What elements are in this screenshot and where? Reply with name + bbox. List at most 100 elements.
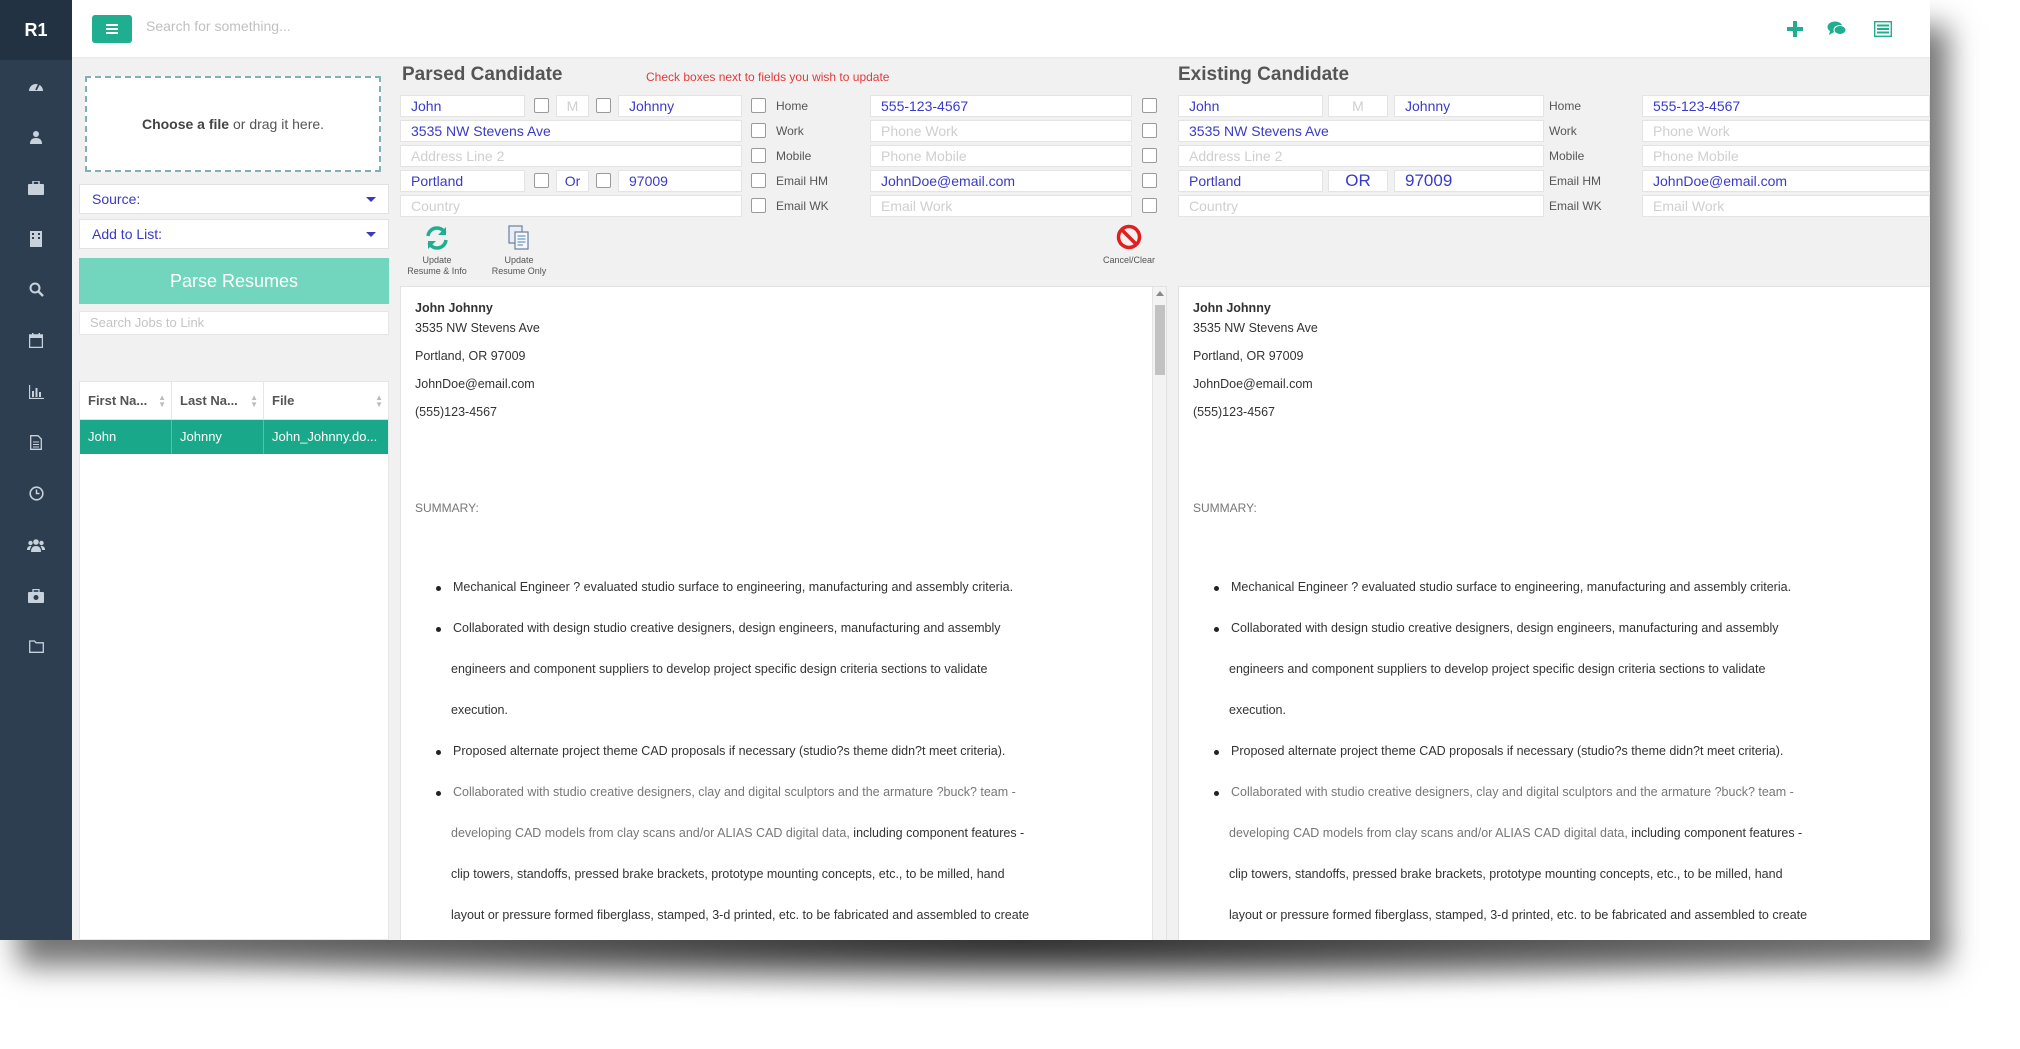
parsed-email-wk-field[interactable]: Email Work <box>870 195 1132 217</box>
parsed-address2-field[interactable]: Address Line 2 <box>400 145 742 167</box>
existing-work-phone-field[interactable]: Phone Work <box>1642 120 1930 142</box>
parsed-city-field[interactable]: Portland <box>400 170 525 192</box>
clock-icon[interactable] <box>0 468 72 519</box>
bar-chart-icon[interactable] <box>0 366 72 417</box>
existing-label-home: Home <box>1549 99 1582 113</box>
parsed-home-checkbox[interactable] <box>751 98 766 113</box>
search-icon[interactable] <box>0 264 72 315</box>
parsed-middle-checkbox[interactable] <box>596 98 611 113</box>
source-select[interactable]: Source: <box>79 184 389 214</box>
global-search-input[interactable] <box>146 18 646 34</box>
group-icon[interactable] <box>0 519 72 570</box>
dropzone-strong-text: Choose a file <box>141 116 230 132</box>
resume-bullet: Collaborated with studio creative design… <box>1214 785 1794 799</box>
document-icon[interactable] <box>0 417 72 468</box>
existing-resume-viewer[interactable]: John Johnny 3535 NW Stevens Ave Portland… <box>1178 286 1930 940</box>
resume-bullet-cont: developing CAD models from clay scans an… <box>1229 826 1803 840</box>
resume-bullet: Collaborated with design studio creative… <box>436 621 1001 635</box>
existing-address2-field[interactable]: Address Line 2 <box>1178 145 1544 167</box>
dashboard-icon[interactable] <box>0 60 72 111</box>
parsed-email-hm-field[interactable]: JohnDoe@email.com <box>870 170 1132 192</box>
existing-last-name-field[interactable]: Johnny <box>1394 95 1544 117</box>
parsed-resume-viewer[interactable]: John Johnny 3535 NW Stevens Ave Portland… <box>400 286 1167 940</box>
col-first-name[interactable]: First Na... ▲ ▼ <box>80 382 172 419</box>
parsed-email-wk-checkbox[interactable] <box>751 198 766 213</box>
parsed-email-hm-checkbox[interactable] <box>751 173 766 188</box>
search-jobs-input[interactable]: Search Jobs to Link <box>79 311 389 335</box>
chat-button[interactable] <box>1824 16 1850 42</box>
existing-email-wk-field[interactable]: Email Work <box>1642 195 1930 217</box>
copy-document-icon <box>508 225 529 250</box>
briefcase-icon[interactable] <box>0 162 72 213</box>
parsed-mobile-checkbox[interactable] <box>751 148 766 163</box>
medkit-icon[interactable] <box>0 570 72 621</box>
parsed-country-field[interactable]: Country <box>400 195 742 217</box>
app-logo[interactable]: R1 <box>0 0 72 60</box>
parsed-work-phone-checkbox[interactable] <box>1142 123 1157 138</box>
existing-label-work: Work <box>1549 124 1577 138</box>
existing-middle-field[interactable]: M <box>1328 95 1388 117</box>
parsed-home-phone-checkbox[interactable] <box>1142 98 1157 113</box>
parsed-work-phone-field[interactable]: Phone Work <box>870 120 1132 142</box>
resume-bullet-cont: layout or pressure formed fiberglass, st… <box>451 908 1030 922</box>
parsed-first-name-checkbox[interactable] <box>534 98 549 113</box>
label-email-wk: Email WK <box>776 199 829 213</box>
building-icon[interactable] <box>0 213 72 264</box>
resume-city: Portland, OR 97009 <box>415 349 526 363</box>
parsed-address1-field[interactable]: 3535 NW Stevens Ave <box>400 120 742 142</box>
existing-label-email-wk: Email WK <box>1549 199 1602 213</box>
menu-toggle-button[interactable] <box>92 15 132 43</box>
existing-city-field[interactable]: Portland <box>1178 170 1323 192</box>
col-last-name[interactable]: Last Na... ▲ ▼ <box>172 382 264 419</box>
scrollbar-thumb[interactable] <box>1155 305 1165 375</box>
parsed-candidate-title: Parsed Candidate <box>402 64 563 85</box>
resume-name: John Johnny <box>1193 301 1271 315</box>
update-resume-only-button[interactable]: Update Resume Only <box>482 224 556 277</box>
parsed-state-checkbox[interactable] <box>596 173 611 188</box>
add-to-list-label: Add to List: <box>92 226 163 242</box>
parse-resumes-button[interactable]: Parse Resumes <box>79 258 389 304</box>
cell-first-name: John <box>80 420 172 454</box>
existing-mobile-phone-field[interactable]: Phone Mobile <box>1642 145 1930 167</box>
scroll-up-icon[interactable] <box>1156 291 1164 296</box>
existing-address1-field[interactable]: 3535 NW Stevens Ave <box>1178 120 1544 142</box>
parsed-last-name-field[interactable]: Johnny <box>618 95 742 117</box>
existing-first-name-field[interactable]: John <box>1178 95 1323 117</box>
parsed-email-hm-value-checkbox[interactable] <box>1142 173 1157 188</box>
parsed-state-field[interactable]: Or <box>556 170 589 192</box>
chevron-down-icon <box>366 232 376 237</box>
parsed-home-phone-field[interactable]: 555-123-4567 <box>870 95 1132 117</box>
table-row[interactable]: John Johnny John_Johnny.do... <box>80 420 388 454</box>
file-dropzone[interactable]: Choose a file or drag it here. <box>85 76 381 172</box>
existing-country-field[interactable]: Country <box>1178 195 1544 217</box>
add-button[interactable] <box>1782 16 1808 42</box>
cell-last-name: Johnny <box>172 420 264 454</box>
parsed-mobile-phone-field[interactable]: Phone Mobile <box>870 145 1132 167</box>
resume-bullet: Mechanical Engineer ? evaluated studio s… <box>1214 580 1791 594</box>
resume-bullet-cont: clip towers, standoffs, pressed brake br… <box>1229 867 1783 881</box>
top-bar <box>72 0 1930 58</box>
existing-zip-field[interactable]: 97009 <box>1394 170 1544 192</box>
parsed-city-checkbox[interactable] <box>534 173 549 188</box>
parsed-zip-field[interactable]: 97009 <box>618 170 742 192</box>
plus-icon <box>1787 21 1803 37</box>
calendar-icon[interactable] <box>0 315 72 366</box>
resume-scrollbar[interactable] <box>1152 287 1166 940</box>
list-settings-button[interactable] <box>1870 16 1896 42</box>
update-resume-and-info-button[interactable]: Update Resume & Info <box>400 224 474 277</box>
parsed-mobile-phone-checkbox[interactable] <box>1142 148 1157 163</box>
parsed-middle-field[interactable]: M <box>556 95 589 117</box>
parsed-email-wk-value-checkbox[interactable] <box>1142 198 1157 213</box>
main-content: Choose a file or drag it here. Source: A… <box>72 58 1930 940</box>
existing-state-field[interactable]: OR <box>1328 170 1388 192</box>
parsed-first-name-field[interactable]: John <box>400 95 525 117</box>
parsed-work-checkbox[interactable] <box>751 123 766 138</box>
add-to-list-select[interactable]: Add to List: <box>79 219 389 249</box>
update-all-line1: Update <box>422 255 452 265</box>
folder-icon[interactable] <box>0 621 72 672</box>
col-file[interactable]: File ▲ ▼ <box>264 382 388 419</box>
existing-home-phone-field[interactable]: 555-123-4567 <box>1642 95 1930 117</box>
existing-email-hm-field[interactable]: JohnDoe@email.com <box>1642 170 1930 192</box>
cancel-clear-button[interactable]: Cancel/Clear <box>1096 224 1162 266</box>
person-icon[interactable] <box>0 111 72 162</box>
